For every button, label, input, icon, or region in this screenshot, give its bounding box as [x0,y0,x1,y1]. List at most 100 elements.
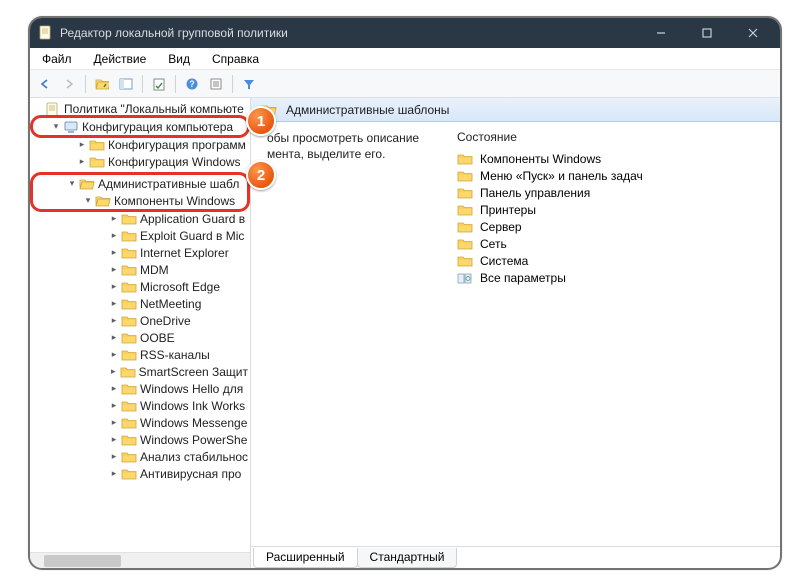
list-item[interactable]: Сервер [457,218,776,235]
chevron-down-icon[interactable]: ▾ [50,121,62,133]
list-item-label: Принтеры [480,203,536,217]
chevron-down-icon[interactable] [32,103,44,115]
chevron-right-icon[interactable]: ▸ [108,434,120,446]
tree-item[interactable]: ▸ Windows Messenge [30,414,250,431]
chevron-right-icon[interactable]: ▸ [108,366,119,378]
folder-icon [121,433,137,447]
tree-item[interactable]: ▸ MDM [30,261,250,278]
titlebar[interactable]: Редактор локальной групповой политики [30,18,780,48]
tree-computer-config[interactable]: ▾ Конфигурация компьютера [36,118,244,135]
tree-item[interactable]: ▸Windows PowerShe [30,431,250,448]
show-tree-button[interactable] [115,73,137,95]
maximize-button[interactable] [684,18,730,48]
folder-icon [121,246,137,260]
close-button[interactable] [730,18,776,48]
chevron-down-icon[interactable]: ▾ [66,178,78,190]
tree-item-label: Windows Messenge [140,416,247,430]
folder-icon [121,348,137,362]
tree-item[interactable]: ▸ Exploit Guard в Mic [30,227,250,244]
list-item[interactable]: Сеть [457,235,776,252]
view-tabs: Расширенный Стандартный [251,546,780,568]
tree-item[interactable]: ▸RSS-каналы [30,346,250,363]
tree-admin-templates[interactable]: ▾ Административные шабл [36,175,244,192]
tree-item[interactable]: ▸Антивирусная про [30,465,250,482]
tree-item-label: Exploit Guard в Mic [140,229,244,243]
tree-item[interactable]: ▸Microsoft Edge [30,278,250,295]
properties-button[interactable] [205,73,227,95]
minimize-button[interactable] [638,18,684,48]
back-button[interactable] [34,73,56,95]
tree-windows-settings[interactable]: ▸ Конфигурация Windows [30,153,250,170]
list-item[interactable]: Компоненты Windows [457,150,776,167]
chevron-right-icon[interactable]: ▸ [108,400,120,412]
menu-view[interactable]: Вид [158,50,200,68]
list-item-label: Компоненты Windows [480,152,601,166]
tree-item-label: OneDrive [140,314,191,328]
list-item[interactable]: Система [457,252,776,269]
menu-help[interactable]: Справка [202,50,269,68]
list-item[interactable]: Принтеры [457,201,776,218]
list-item[interactable]: Панель управления [457,184,776,201]
state-column-header[interactable]: Состояние [457,130,776,144]
chevron-right-icon[interactable]: ▸ [108,315,120,327]
folder-icon [121,399,137,413]
horizontal-scrollbar[interactable] [30,552,250,568]
callout-1: 1 [246,106,276,136]
up-button[interactable] [91,73,113,95]
chevron-right-icon[interactable]: ▸ [108,349,120,361]
menu-action[interactable]: Действие [84,50,157,68]
list-item-label: Все параметры [480,271,566,285]
tree-item-label: OOBE [140,331,175,345]
tree-software-settings[interactable]: ▸ Конфигурация программ [30,136,250,153]
list-item-label: Система [480,254,528,268]
chevron-right-icon[interactable]: ▸ [76,156,88,168]
list-item[interactable]: Все параметры [457,269,776,286]
scrollbar-thumb[interactable] [44,555,121,567]
folder-icon [121,331,137,345]
description-hint: обы просмотреть описание мента, выделите… [267,130,457,162]
chevron-right-icon[interactable]: ▸ [108,230,120,242]
tree-item[interactable]: ▸ OneDrive [30,312,250,329]
chevron-right-icon[interactable]: ▸ [108,468,120,480]
chevron-right-icon[interactable]: ▸ [108,264,120,276]
chevron-right-icon[interactable]: ▸ [108,417,120,429]
chevron-down-icon[interactable]: ▾ [82,195,94,207]
export-list-button[interactable] [148,73,170,95]
content-header[interactable]: Административные шаблоны [251,98,780,122]
svg-text:?: ? [189,79,195,89]
chevron-right-icon[interactable]: ▸ [108,247,120,259]
tree-item[interactable]: ▸SmartScreen Защит [30,363,250,380]
highlight-1: ▾ Конфигурация компьютера [30,115,250,138]
chevron-right-icon[interactable]: ▸ [108,383,120,395]
forward-button[interactable] [58,73,80,95]
chevron-right-icon[interactable]: ▸ [108,298,120,310]
content-pane: Административные шаблоны обы просмотреть… [251,98,780,568]
menu-file[interactable]: Файл [32,50,82,68]
chevron-right-icon[interactable]: ▸ [108,281,120,293]
list-item[interactable]: Меню «Пуск» и панель задач [457,167,776,184]
tree-item[interactable]: ▸Windows Ink Works [30,397,250,414]
tree-item[interactable]: ▸NetMeeting [30,295,250,312]
help-button[interactable]: ? [181,73,203,95]
tree-item-label: MDM [140,263,169,277]
window-title: Редактор локальной групповой политики [60,26,638,40]
chevron-right-icon[interactable]: ▸ [76,139,88,151]
tree-item[interactable]: ▸Анализ стабильнос [30,448,250,465]
settings-icon [457,271,473,285]
chevron-right-icon[interactable]: ▸ [108,213,120,225]
tab-extended[interactable]: Расширенный [253,548,358,568]
tree-item[interactable]: ▸Application Guard в [30,210,250,227]
folder-open-icon [95,194,111,208]
tree[interactable]: Политика "Локальный компьюте ▾ Конфигура… [30,98,250,552]
tree-windows-components[interactable]: ▾ Компоненты Windows [36,192,244,209]
chevron-right-icon[interactable]: ▸ [108,332,120,344]
tree-item[interactable]: ▸Internet Explorer [30,244,250,261]
chevron-right-icon[interactable]: ▸ [108,451,120,463]
tree-item-label: Политика "Локальный компьюте [64,102,244,116]
tree-item[interactable]: ▸Windows Hello для [30,380,250,397]
tree-item-label: Конфигурация программ [108,138,246,152]
tree-item[interactable]: ▸ OOBE [30,329,250,346]
tab-standard[interactable]: Стандартный [357,548,458,568]
folder-open-icon [79,177,95,191]
filter-button[interactable] [238,73,260,95]
